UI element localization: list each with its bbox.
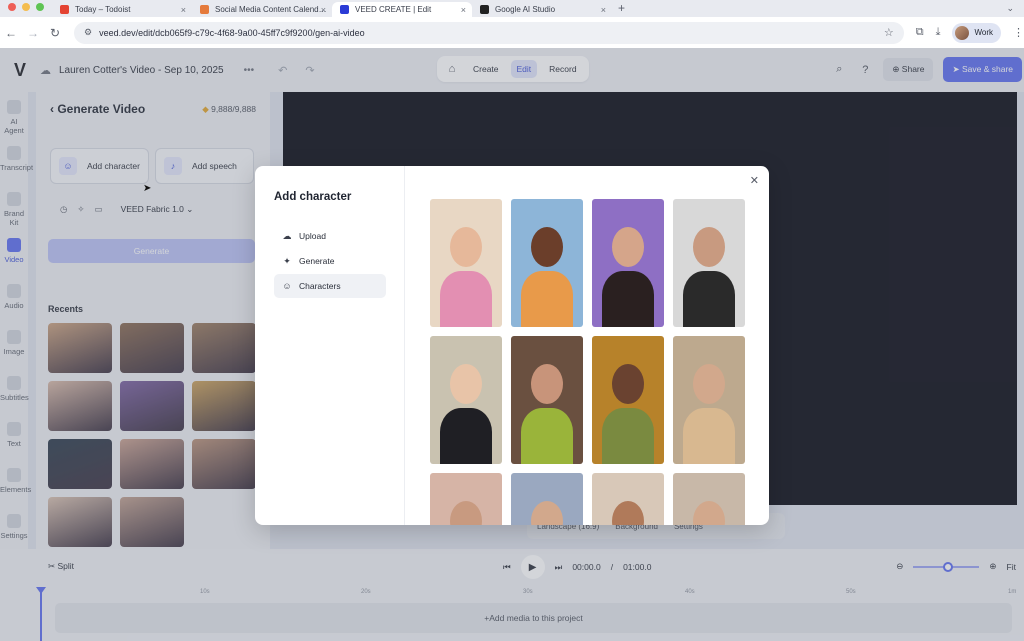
browser-menu-icon[interactable]: ⋮ bbox=[1013, 26, 1024, 39]
menu-item-generate[interactable]: ✦ Generate bbox=[274, 249, 386, 273]
character-face bbox=[531, 364, 563, 404]
character-face bbox=[612, 501, 644, 525]
profile-label: Work bbox=[974, 28, 994, 37]
tab-label: Google AI Studio bbox=[495, 5, 556, 14]
back-arrow-icon[interactable]: ← bbox=[0, 26, 22, 40]
browser-tab[interactable]: Google AI Studio × bbox=[472, 2, 612, 17]
menu-item-characters[interactable]: ☺ Characters bbox=[274, 274, 386, 298]
character-face bbox=[693, 364, 725, 404]
character-card[interactable] bbox=[592, 473, 664, 525]
calendar-favicon-icon bbox=[200, 5, 209, 14]
veed-favicon-icon bbox=[340, 5, 349, 14]
menu-item-label: Characters bbox=[299, 281, 341, 291]
menu-item-label: Upload bbox=[299, 231, 326, 241]
modal-menu: ☁ Upload ✦ Generate ☺ Characters bbox=[274, 224, 386, 299]
maximize-window-icon[interactable] bbox=[36, 2, 44, 11]
close-icon[interactable]: ✕ bbox=[750, 174, 759, 187]
character-body bbox=[683, 271, 735, 327]
ai-studio-favicon-icon bbox=[480, 5, 489, 14]
character-body bbox=[602, 271, 654, 327]
character-face bbox=[450, 501, 482, 525]
character-card[interactable] bbox=[511, 473, 583, 525]
character-face bbox=[612, 227, 644, 267]
character-face bbox=[693, 227, 725, 267]
character-card[interactable] bbox=[673, 199, 745, 327]
url-text: veed.dev/edit/dcb065f9-c79c-4f68-9a00-45… bbox=[99, 27, 365, 38]
character-body bbox=[440, 271, 492, 327]
address-bar-row: ← → ↻ ⚙ veed.dev/edit/dcb065f9-c79c-4f68… bbox=[0, 17, 1024, 48]
character-card[interactable] bbox=[430, 199, 502, 327]
todoist-favicon-icon bbox=[60, 5, 69, 14]
character-card[interactable] bbox=[430, 336, 502, 464]
character-grid bbox=[430, 199, 745, 525]
person-icon: ☺ bbox=[282, 281, 292, 291]
character-face bbox=[693, 501, 725, 525]
cloud-upload-icon: ☁ bbox=[282, 230, 292, 241]
download-icon[interactable]: ⤓ bbox=[936, 26, 941, 39]
tab-close-icon[interactable]: × bbox=[321, 5, 326, 15]
modal-title: Add character bbox=[274, 191, 352, 203]
browser-tab[interactable]: Today – Todoist × bbox=[52, 2, 192, 17]
tab-list-chevron-icon[interactable]: ⌄ bbox=[1006, 3, 1014, 14]
reload-icon[interactable]: ↻ bbox=[44, 26, 66, 40]
menu-item-label: Generate bbox=[299, 256, 335, 266]
bookmark-star-icon[interactable]: ☆ bbox=[884, 26, 894, 39]
character-card[interactable] bbox=[673, 336, 745, 464]
character-body bbox=[521, 271, 573, 327]
close-window-icon[interactable] bbox=[8, 2, 16, 11]
character-face bbox=[450, 227, 482, 267]
character-face bbox=[612, 364, 644, 404]
sparkles-icon: ✦ bbox=[283, 255, 291, 266]
character-body bbox=[602, 408, 654, 464]
avatar bbox=[955, 25, 970, 40]
menu-item-upload[interactable]: ☁ Upload bbox=[274, 224, 386, 248]
mouse-cursor-icon: ➤ bbox=[143, 183, 152, 194]
browser-tab-active[interactable]: VEED CREATE | Edit × bbox=[332, 2, 472, 17]
tab-label: Social Media Content Calend… bbox=[215, 5, 327, 14]
forward-arrow-icon[interactable]: → bbox=[22, 26, 44, 40]
modal-sidebar: Add character ☁ Upload ✦ Generate ☺ Charact… bbox=[255, 166, 405, 525]
browser-tab-bar: Today – Todoist × Social Media Content C… bbox=[0, 0, 1024, 17]
character-face bbox=[531, 501, 563, 525]
new-tab-icon[interactable]: + bbox=[612, 1, 631, 17]
tab-close-icon[interactable]: × bbox=[461, 5, 466, 15]
character-card[interactable] bbox=[430, 473, 502, 525]
site-info-icon[interactable]: ⚙ bbox=[84, 27, 92, 38]
minimize-window-icon[interactable] bbox=[22, 2, 30, 11]
tab-close-icon[interactable]: × bbox=[181, 5, 186, 15]
character-body bbox=[521, 408, 573, 464]
character-face bbox=[450, 364, 482, 404]
character-card[interactable] bbox=[511, 199, 583, 327]
extensions-icon[interactable]: ⧉ bbox=[916, 26, 924, 39]
url-field[interactable]: ⚙ veed.dev/edit/dcb065f9-c79c-4f68-9a00-… bbox=[74, 21, 904, 44]
character-body bbox=[683, 408, 735, 464]
tab-close-icon[interactable]: × bbox=[601, 5, 606, 15]
browser-tab[interactable]: Social Media Content Calend… × bbox=[192, 2, 332, 17]
character-card[interactable] bbox=[592, 199, 664, 327]
profile-button[interactable]: Work bbox=[952, 22, 1002, 43]
character-card[interactable] bbox=[592, 336, 664, 464]
character-body bbox=[440, 408, 492, 464]
add-character-modal: Add character ☁ Upload ✦ Generate ☺ Charact… bbox=[255, 166, 769, 525]
character-card[interactable] bbox=[511, 336, 583, 464]
character-face bbox=[531, 227, 563, 267]
window-controls bbox=[0, 0, 52, 17]
tab-label: Today – Todoist bbox=[75, 5, 131, 14]
tab-label: VEED CREATE | Edit bbox=[355, 5, 432, 14]
character-card[interactable] bbox=[673, 473, 745, 525]
